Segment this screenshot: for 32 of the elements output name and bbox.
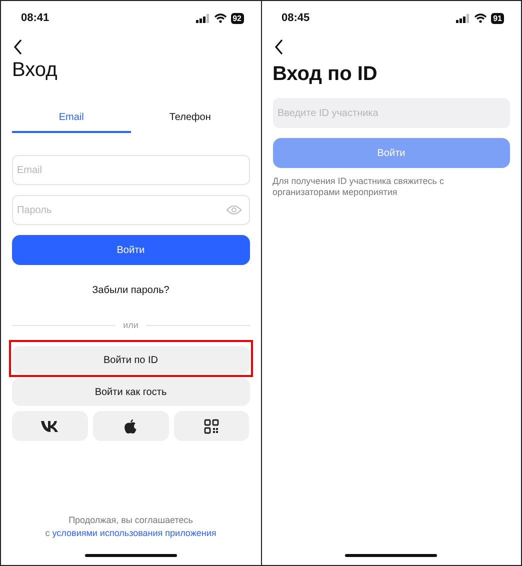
terms-link[interactable]: условиями использования приложения (52, 528, 216, 538)
apple-icon (124, 418, 138, 434)
back-icon[interactable] (13, 39, 23, 55)
back-icon[interactable] (274, 39, 284, 55)
hint-text: Для получения ID участника свяжитесь с организаторами мероприятия (272, 176, 445, 198)
secondary-button[interactable]: Войти как гость (12, 378, 250, 406)
input-field[interactable]: Email (12, 155, 250, 185)
wifi-icon (474, 13, 488, 23)
status-time: 08:41 (21, 12, 50, 24)
social-login-button[interactable] (92, 411, 169, 441)
tab[interactable]: Email (12, 104, 131, 133)
input-field[interactable]: Пароль (12, 195, 250, 225)
login-button[interactable]: Войти (12, 235, 250, 265)
social-login-button[interactable] (12, 411, 88, 441)
battery-level: 92 (230, 12, 244, 24)
secondary-button[interactable]: Войти по ID (12, 346, 250, 374)
terms-prefix: с (45, 528, 50, 538)
forgot-password-link[interactable]: Забыли пароль? (92, 285, 170, 296)
input-field[interactable]: Введите ID участника (272, 98, 510, 128)
page-title: Вход по ID (272, 63, 378, 86)
tab[interactable]: Телефон (130, 104, 250, 133)
terms-text: Продолжая, вы соглашаетесь (68, 514, 193, 527)
battery-level: 91 (491, 12, 504, 24)
social-login-button[interactable] (174, 411, 250, 441)
signal-icon (196, 14, 210, 22)
page-title: Вход (12, 59, 58, 82)
vk-icon (40, 420, 59, 432)
divider-text: или (123, 320, 138, 330)
qr-code-icon (204, 418, 220, 434)
status-time: 08:45 (282, 12, 310, 24)
wifi-icon (214, 13, 227, 23)
signal-icon (456, 14, 470, 22)
